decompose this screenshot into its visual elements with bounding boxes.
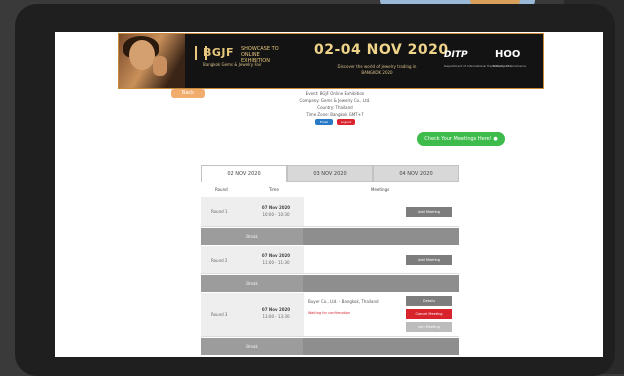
cancel-meeting-button[interactable]: Cancel Meeting: [406, 309, 452, 319]
browser-screen: BGJF Bangkok Gems & Jewelry Fair SHOWCAS…: [55, 32, 603, 357]
partner-logo: HOO: [495, 49, 521, 60]
join-meeting-button[interactable]: Join Meeting: [406, 322, 452, 332]
break-label: Break: [246, 234, 258, 239]
details-button[interactable]: Details: [406, 296, 452, 306]
meeting-company: Buyer Co., Ltd. - Bangkok, Thailand: [308, 299, 379, 304]
schedule-table-header: Round Time Meetings: [201, 182, 459, 197]
table-row-break: Break: [201, 275, 459, 292]
round-label: Round 3: [211, 312, 228, 317]
info-line-timezone: Time Zone: Bangkok GMT+7: [306, 112, 364, 117]
header-time: Time: [269, 187, 279, 192]
table-row-break: Break: [201, 338, 459, 355]
header-meetings: Meetings: [371, 187, 390, 192]
round-label: Round 1: [211, 209, 228, 214]
event-banner: BGJF Bangkok Gems & Jewelry Fair SHOWCAS…: [118, 33, 544, 89]
banner-description: Discover the world of jewelry trading in…: [337, 64, 417, 75]
logout-button[interactable]: Logout: [337, 119, 355, 125]
date-tabs: 02 NOV 2020 03 NOV 2020 04 NOV 2020: [201, 165, 459, 182]
banner-tagline: SHOWCASE TO ONLINE EXHIBITION: [241, 46, 279, 64]
meeting-status: Waiting for confirmation: [308, 311, 351, 315]
banner-model-photo: [119, 34, 185, 88]
add-meeting-button[interactable]: Add Meeting: [406, 207, 452, 217]
partner-logo-sub: Ministry of Commerce: [493, 64, 526, 68]
table-row: Round 3 07 Nov 2020 13:00 - 13:30 Buyer …: [201, 293, 459, 337]
tab-day-2[interactable]: 03 NOV 2020: [287, 165, 373, 182]
table-row: Round 2 07 Nov 2020 11:00 - 11:30 Add Me…: [201, 246, 459, 274]
round-time: 07 Nov 2020 11:00 - 11:30: [261, 253, 291, 265]
break-label: Break: [246, 281, 258, 286]
banner-logo: BGJF: [203, 46, 235, 59]
banner-date: 02-04 NOV 2020: [314, 42, 449, 58]
table-row-break: Break: [201, 228, 459, 245]
add-meeting-button[interactable]: Add Meeting: [406, 255, 452, 265]
round-label: Round 2: [211, 258, 228, 263]
ditp-logo: DITP: [444, 50, 468, 60]
break-label: Break: [246, 344, 258, 349]
info-line-event: Event: BGJF Online Exhibition: [305, 91, 365, 96]
check-meetings-label: Check Your Meetings Here!: [424, 136, 492, 142]
bell-icon: ●: [493, 136, 498, 142]
tab-day-3[interactable]: 04 NOV 2020: [373, 165, 459, 182]
header-round: Round: [215, 187, 228, 192]
laptop-frame: BGJF Bangkok Gems & Jewelry Fair SHOWCAS…: [15, 4, 615, 376]
check-meetings-button[interactable]: Check Your Meetings Here! ●: [417, 132, 505, 146]
table-row: Round 1 07 Nov 2020 10:00 - 10:30 Add Me…: [201, 197, 459, 227]
round-time: 07 Nov 2020 13:00 - 13:30: [261, 307, 291, 319]
info-line-company: Company: Gems & Jewelry Co., Ltd.: [299, 98, 371, 103]
tab-day-1[interactable]: 02 NOV 2020: [201, 165, 287, 182]
account-info: Event: BGJF Online Exhibition Company: G…: [275, 90, 395, 125]
back-button[interactable]: Back: [171, 89, 205, 98]
info-line-country: Country: Thailand: [317, 105, 353, 110]
email-button[interactable]: Email: [315, 119, 333, 125]
round-time: 07 Nov 2020 10:00 - 10:30: [261, 205, 291, 217]
